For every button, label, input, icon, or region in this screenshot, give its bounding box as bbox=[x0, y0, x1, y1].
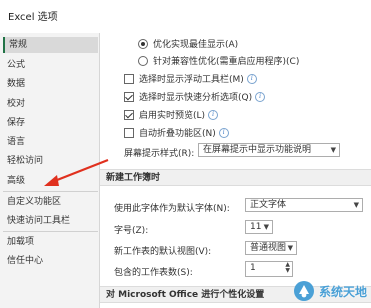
annotation-arrow bbox=[44, 158, 109, 186]
red-arrow-shaft bbox=[51, 158, 109, 184]
watermark-text: 系统天地 bbox=[318, 284, 367, 299]
watermark-logo-icon bbox=[293, 281, 314, 301]
red-arrow-head bbox=[44, 175, 59, 186]
watermark: 系统天地 bbox=[293, 280, 367, 302]
